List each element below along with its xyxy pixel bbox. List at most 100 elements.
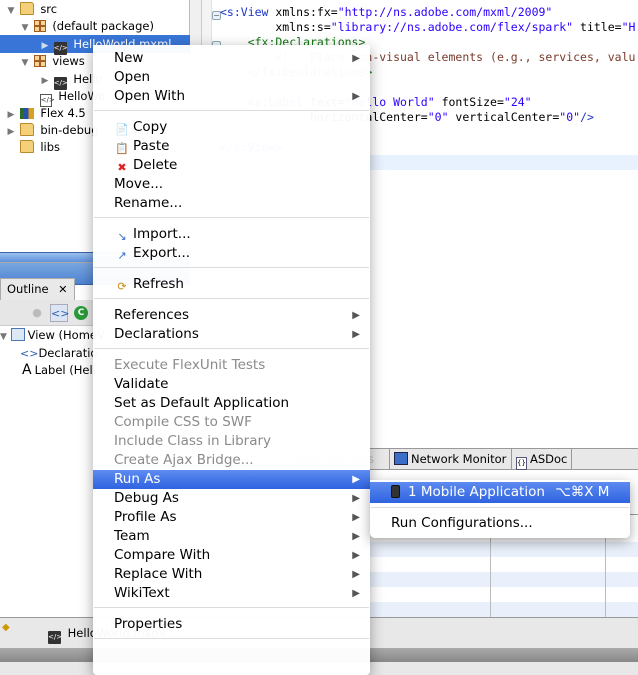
declarations-icon: <> <box>20 347 39 360</box>
export-icon: ↗ <box>117 249 127 262</box>
code-token: /> <box>580 110 594 124</box>
menu-item-label: Declarations <box>114 326 199 342</box>
submenu-arrow-icon: ▶ <box>352 493 360 504</box>
submenu-arrow-icon: ▶ <box>352 53 360 64</box>
tree-view-icon[interactable]: ● <box>28 304 46 322</box>
menu-item-team[interactable]: Team ▶ <box>93 527 370 546</box>
menu-item-label: Set as Default Application <box>114 395 290 411</box>
submenu-arrow-icon: ▶ <box>352 91 360 102</box>
menu-item-label: Paste <box>133 138 170 154</box>
outline-item-declarations[interactable]: <>Declaratio <box>20 345 97 362</box>
submenu-arrow-icon: ▶ <box>352 329 360 340</box>
menu-item-run-as[interactable]: Run As ▶ <box>93 470 370 489</box>
menu-separator <box>94 217 369 218</box>
bottom-tabbar: Data/Services Network Monitor {}ASDoc <box>294 448 638 470</box>
menu-separator <box>94 348 369 349</box>
menu-item-label: Run As <box>114 471 161 487</box>
refresh-outline-icon[interactable]: C <box>74 306 88 320</box>
menu-item-paste[interactable]: 📋 Paste <box>93 137 370 156</box>
menu-item-rename[interactable]: Rename... <box>93 194 370 213</box>
menu-separator <box>94 298 369 299</box>
menu-item-label: Open <box>114 69 151 85</box>
code-token: <s:View <box>220 5 276 19</box>
submenu-arrow-icon: ▶ <box>352 474 360 485</box>
code-token: "0" <box>559 110 581 124</box>
copy-icon: 📄 <box>115 123 129 136</box>
menu-item-new[interactable]: New ▶ <box>93 49 370 68</box>
menu-item-profile-as[interactable]: Profile As ▶ <box>93 508 370 527</box>
tab-outline[interactable]: Outline ✕ <box>0 278 75 300</box>
menu-separator <box>94 607 369 608</box>
outline-item-view[interactable]: ▼ View (HomeV <box>0 327 105 344</box>
menu-item-export[interactable]: ↗ Export... <box>93 244 370 263</box>
menu-item-label: Compare With <box>114 547 211 563</box>
submenu-arrow-icon: ▶ <box>352 588 360 599</box>
menu-item-move[interactable]: Move... <box>93 175 370 194</box>
context-menu: New ▶ Open Open With ▶ 📄 Copy 📋 Paste ✖ Delete Move… <box>93 45 370 675</box>
menu-item-label: Import... <box>133 226 191 242</box>
menu-item-label: Replace With <box>114 566 203 582</box>
menu-item-execute-flexunit-tests: Execute FlexUnit Tests <box>93 356 370 375</box>
import-icon: ↘ <box>117 230 127 243</box>
menu-item-label: Refresh <box>133 276 184 292</box>
menu-item-label: Debug As <box>114 490 179 506</box>
label-icon: A <box>22 362 32 378</box>
menu-item-label: New <box>114 50 144 66</box>
submenu-arrow-icon: ▶ <box>352 550 360 561</box>
menu-item-set-as-default-application[interactable]: Set as Default Application <box>93 394 370 413</box>
menu-item-label: Rename... <box>114 195 183 211</box>
submenu-arrow-icon: ▶ <box>352 569 360 580</box>
tab-network-monitor[interactable]: Network Monitor <box>390 449 512 470</box>
menu-separator <box>94 110 369 111</box>
menu-item-delete[interactable]: ✖ Delete <box>93 156 370 175</box>
menu-item-refresh[interactable]: ⟳ Refresh <box>93 275 370 294</box>
expand-arrow-icon[interactable]: ▼ <box>0 332 7 342</box>
menu-item-mobile-application[interactable]: 1 Mobile Application ⌥⌘X M <box>370 482 630 503</box>
menu-item-open[interactable]: Open <box>93 68 370 87</box>
menu-item-replace-with[interactable]: Replace With ▶ <box>93 565 370 584</box>
submenu-arrow-icon: ▶ <box>352 512 360 523</box>
menu-item-declarations[interactable]: Declarations ▶ <box>93 325 370 344</box>
menu-item-run-configurations[interactable]: Run Configurations... <box>370 513 630 534</box>
menu-item-label: References <box>114 307 190 323</box>
menu-item-include-class-in-library: Include Class in Library <box>93 432 370 451</box>
menu-item-properties[interactable]: Properties <box>93 615 370 634</box>
menu-item-compare-with[interactable]: Compare With ▶ <box>93 546 370 565</box>
new-item-icon[interactable]: ◆ <box>2 622 10 633</box>
menu-item-label: Open With <box>114 88 186 104</box>
code-line[interactable]: xmlns:s="library://ns.adobe.com/flex/spa… <box>220 20 635 35</box>
code-line[interactable]: <s:View xmlns:fx="http://ns.adobe.com/mx… <box>220 5 552 20</box>
menu-item-open-with[interactable]: Open With ▶ <box>93 87 370 106</box>
close-icon[interactable]: ✕ <box>58 283 67 296</box>
menu-item-label: Create Ajax Bridge... <box>114 452 254 468</box>
menu-item-label: Copy <box>133 119 168 135</box>
menu-item-references[interactable]: References ▶ <box>93 306 370 325</box>
menu-item-validate[interactable]: Validate <box>93 375 370 394</box>
mobile-device-icon <box>391 485 400 498</box>
source-view-icon[interactable]: <> <box>50 304 69 322</box>
menu-separator <box>94 638 369 639</box>
paste-icon: 📋 <box>115 142 129 155</box>
submenu-arrow-icon: ▶ <box>352 310 360 321</box>
run-as-submenu: 1 Mobile Application ⌥⌘X M Run Configura… <box>370 480 630 538</box>
mxml-file-icon: </> <box>48 631 62 644</box>
menu-item-wikitext[interactable]: WikiText ▶ <box>93 584 370 603</box>
menu-item-label: Delete <box>133 157 178 173</box>
menu-item-label: Team <box>114 528 150 544</box>
code-token: "H <box>621 20 636 34</box>
code-token: "library://ns.adobe.com/flex/spark" <box>330 20 574 34</box>
menu-item-create-ajax-bridge: Create Ajax Bridge... <box>93 451 370 470</box>
menu-item-label: WikiText <box>114 585 170 601</box>
code-token: "0" <box>427 110 449 124</box>
tab-asdoc[interactable]: {} ASDoc <box>512 449 572 470</box>
code-token: title= <box>573 20 622 34</box>
menu-item-debug-as[interactable]: Debug As ▶ <box>93 489 370 508</box>
menu-item-import[interactable]: ↘ Import... <box>93 225 370 244</box>
tree-item-default-package[interactable]: ▼ (default package) <box>0 17 190 35</box>
menu-item-copy[interactable]: 📄 Copy <box>93 118 370 137</box>
folder-icon <box>19 123 34 136</box>
menu-item-label: Validate <box>114 376 169 392</box>
outline-item-label[interactable]: A Label (Hell <box>22 362 96 379</box>
tree-item-src[interactable]: ▼ src <box>0 0 190 18</box>
code-token: "24" <box>503 95 532 109</box>
